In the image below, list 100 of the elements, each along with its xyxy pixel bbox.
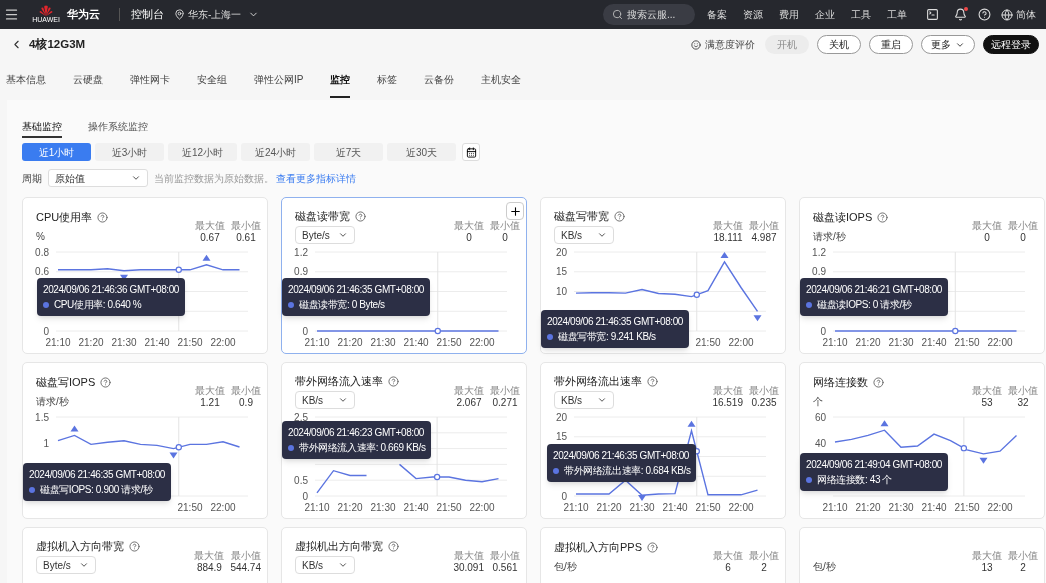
hover-point [693, 291, 700, 298]
card-title: 网络连接数 [813, 374, 868, 390]
min-marker [753, 315, 762, 322]
nav-link[interactable]: 工单 [885, 7, 909, 22]
tooltip-value: 磁盘写带宽: 9.241 KB/s [558, 330, 656, 343]
y-tick-label: 0 [820, 325, 826, 337]
bell-icon[interactable] [954, 8, 967, 21]
max-marker [202, 254, 211, 261]
min-marker [979, 457, 988, 464]
max-value: 53 [980, 397, 994, 409]
max-value: 0 [983, 232, 991, 244]
tab[interactable]: 弹性网卡 [130, 60, 170, 98]
unit-select[interactable]: KB/s [295, 391, 355, 409]
tab[interactable]: 监控 [330, 60, 351, 98]
max-value: 0 [465, 232, 473, 244]
sub-tab[interactable]: 基础监控 [22, 116, 62, 138]
region-selector[interactable]: 华东-上海一 [174, 7, 260, 22]
nav-link[interactable]: 备案 [705, 7, 729, 22]
card-title: 虚拟机出方向带宽 [295, 538, 383, 554]
tab[interactable]: 弹性公网IP [254, 60, 304, 98]
action-button[interactable]: 远程登录 [983, 35, 1039, 54]
globe-icon [1001, 8, 1013, 21]
unit-select[interactable]: KB/s [295, 556, 355, 574]
tab[interactable]: 基本信息 [6, 60, 46, 98]
max-label: 最大值 [712, 385, 743, 397]
add-button[interactable] [506, 202, 524, 220]
unit-select[interactable]: Byte/s [295, 226, 355, 244]
tab[interactable]: 标签 [377, 60, 398, 98]
unit-select[interactable]: KB/s [554, 391, 614, 409]
plus-icon [508, 204, 522, 218]
hover-point [433, 473, 441, 481]
tooltip-time: 2024/09/06 21:46:35 GMT+08:00 [547, 315, 683, 328]
calendar-button[interactable] [462, 143, 480, 161]
min-label: 最小值 [1008, 550, 1038, 562]
tab[interactable]: 云硬盘 [73, 60, 103, 98]
max-label: 最大值 [713, 550, 743, 562]
nav-link[interactable]: 费用 [777, 7, 801, 22]
time-range-button[interactable]: 近30天 [387, 143, 456, 161]
min-value: 0.561 [491, 562, 519, 574]
y-tick-label: 10 [555, 286, 567, 297]
x-tick-label: 21:50 [954, 337, 980, 348]
tab[interactable]: 安全组 [197, 60, 227, 98]
terminal-icon[interactable] [926, 8, 939, 21]
action-button[interactable]: 关机 [817, 35, 861, 54]
tab[interactable]: 云备份 [424, 60, 455, 98]
max-value: 16.519 [712, 397, 743, 409]
nav-link[interactable]: 工具 [849, 7, 873, 22]
console-link[interactable]: 控制台 [131, 6, 164, 23]
language-selector[interactable]: 简体 [1001, 7, 1036, 22]
y-tick-label: 0.5 [294, 474, 308, 486]
tooltip-value: 磁盘写IOPS: 0.900 请求/秒 [40, 483, 153, 496]
sub-tab[interactable]: 操作系统监控 [88, 116, 148, 138]
max-label: 最大值 [972, 385, 1002, 397]
action-button[interactable]: 更多 [921, 35, 975, 54]
unit-label: 包/秒 [554, 560, 578, 574]
min-marker [169, 452, 178, 459]
time-range-button[interactable]: 近24小时 [241, 143, 310, 161]
min-label: 最小值 [230, 550, 261, 562]
y-tick-label: 1.2 [294, 246, 308, 258]
time-range-button[interactable]: 近1小时 [22, 143, 91, 161]
unit-select[interactable]: KB/s [554, 226, 614, 244]
min-value: 0.9 [238, 397, 254, 409]
action-button[interactable]: 重启 [869, 35, 913, 54]
x-tick-label: 21:20 [855, 502, 881, 513]
time-range-button[interactable]: 近12小时 [168, 143, 237, 161]
x-tick-label: 21:20 [337, 502, 363, 513]
metrics-detail-link[interactable]: 查看更多指标详情 [276, 170, 356, 186]
x-tick-label: 21:50 [177, 337, 203, 348]
period-select[interactable]: 原始值 [48, 169, 148, 187]
max-value: 13 [980, 562, 994, 574]
y-tick-label: 15 [555, 431, 567, 443]
unit-select[interactable]: Byte/s [36, 556, 96, 574]
max-marker [880, 420, 889, 427]
feedback-link[interactable]: 满意度评价 [705, 37, 755, 52]
nav-link[interactable]: 资源 [741, 7, 765, 22]
time-range-button[interactable]: 近7天 [314, 143, 383, 161]
y-tick-label: 0 [302, 325, 308, 337]
min-label: 最小值 [231, 220, 261, 232]
y-tick-label: 1 [43, 437, 49, 449]
chevron-down-icon [338, 230, 348, 240]
min-value: 2 [760, 562, 768, 574]
menu-icon[interactable] [4, 7, 19, 22]
brand-name[interactable]: 华为云 [67, 6, 100, 23]
tooltip-value: 带外网络流出速率: 0.684 KB/s [564, 464, 691, 477]
x-tick-label: 22:00 [469, 502, 495, 513]
x-tick-label: 22:00 [987, 337, 1013, 348]
x-tick-label: 21:10 [822, 337, 848, 348]
min-label: 最小值 [231, 385, 261, 397]
y-tick-label: 20 [555, 246, 567, 258]
unit-label: % [36, 230, 46, 244]
tooltip-time: 2024/09/06 21:46:36 GMT+08:00 [43, 283, 179, 296]
max-value: 18.111 [713, 232, 743, 244]
tab[interactable]: 主机安全 [481, 60, 522, 98]
time-range-button[interactable]: 近3小时 [95, 143, 164, 161]
nav-link[interactable]: 企业 [813, 7, 837, 22]
y-tick-label: 1.2 [812, 246, 826, 258]
y-tick-label: 0.9 [294, 266, 308, 278]
smile-icon[interactable] [691, 39, 701, 50]
min-value: 0.271 [491, 397, 519, 409]
search-field[interactable]: 搜索云服... [603, 4, 695, 25]
